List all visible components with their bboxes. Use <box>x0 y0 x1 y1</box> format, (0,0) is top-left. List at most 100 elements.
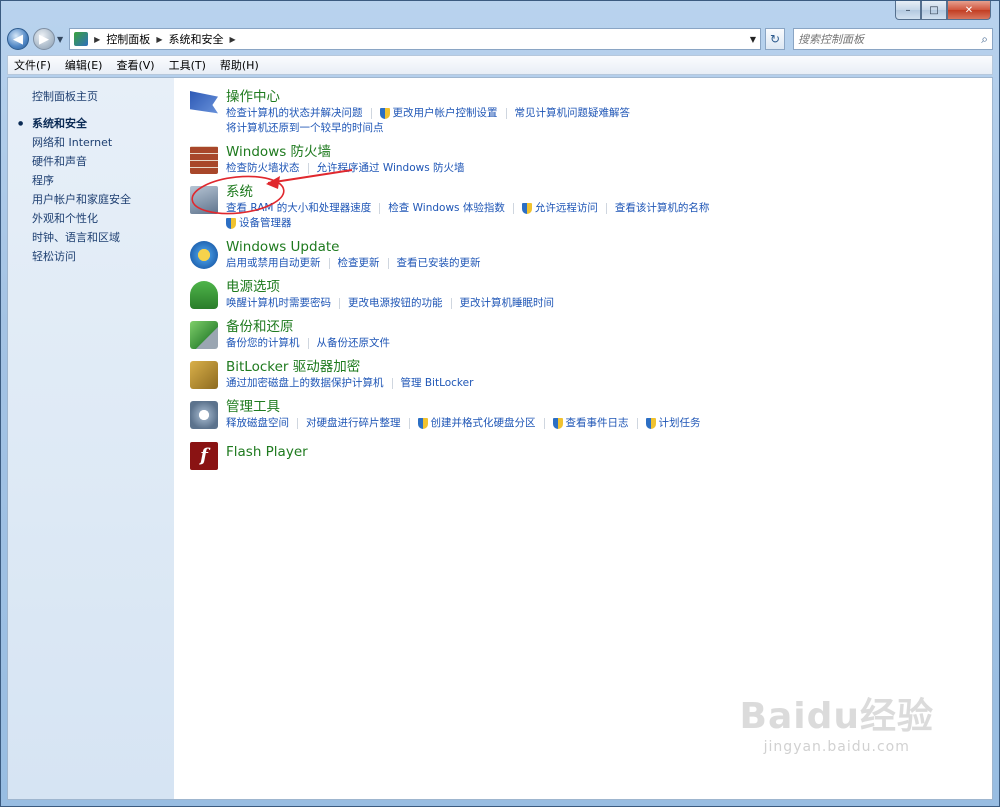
task-link[interactable]: 查看事件日志 <box>566 416 629 431</box>
task-link[interactable]: 启用或禁用自动更新 <box>226 256 321 271</box>
link-divider <box>387 258 389 269</box>
back-button[interactable]: ◀ <box>7 28 29 50</box>
sidebar-item-network-internet[interactable]: 网络和 Internet <box>32 133 131 152</box>
task-link[interactable]: 从备份还原文件 <box>317 336 391 351</box>
task-link[interactable]: 创建并格式化硬盘分区 <box>431 416 536 431</box>
task-link[interactable]: 允许程序通过 Windows 防火墙 <box>317 161 465 176</box>
refresh-icon: ↻ <box>769 32 781 46</box>
task-link[interactable]: 更改计算机睡眠时间 <box>460 296 555 311</box>
task-link[interactable]: 检查计算机的状态并解决问题 <box>226 106 363 121</box>
category-title[interactable]: Windows Update <box>226 238 982 256</box>
task-link[interactable]: 更改电源按钮的功能 <box>348 296 443 311</box>
task-link[interactable]: 查看 RAM 的大小和处理器速度 <box>226 201 371 216</box>
navigation-bar: ◀ ▶ ▼ ▶ 控制面板 ▶ 系统和安全 ▶ ▼ ↻ ⌕ <box>7 25 993 53</box>
category-title[interactable]: 电源选项 <box>226 278 982 296</box>
bitlocker-icon[interactable] <box>190 361 218 389</box>
sidebar-item-user-accounts[interactable]: 用户帐户和家庭安全 <box>32 190 131 209</box>
task-link[interactable]: 通过加密磁盘上的数据保护计算机 <box>226 376 384 391</box>
task-link[interactable]: 计划任务 <box>659 416 701 431</box>
task-link[interactable]: 查看该计算机的名称 <box>615 201 710 216</box>
task-link[interactable]: 检查防火墙状态 <box>226 161 300 176</box>
category-admin-tools: 管理工具 释放磁盘空间 对硬盘进行碎片整理 创建并格式化硬盘分区 查看事件日志 计划任务 <box>190 398 982 431</box>
menu-view[interactable]: 查看(V) <box>116 57 154 73</box>
sidebar-list: 系统和安全 网络和 Internet 硬件和声音 程序 用户帐户和家庭安全 外观… <box>18 114 131 266</box>
sidebar-item-programs[interactable]: 程序 <box>32 171 131 190</box>
backup-restore-icon[interactable] <box>190 321 218 349</box>
breadcrumb-system-security[interactable]: 系统和安全 <box>168 31 223 47</box>
category-title[interactable]: 操作中心 <box>226 88 982 106</box>
back-arrow-icon: ◀ <box>13 31 23 47</box>
category-title[interactable]: 系统 <box>226 183 982 201</box>
refresh-button[interactable]: ↻ <box>765 28 785 50</box>
maximize-button[interactable]: □ <box>921 1 947 20</box>
client-area: 控制面板主页 系统和安全 网络和 Internet 硬件和声音 程序 用户帐户和… <box>7 77 993 800</box>
task-link[interactable]: 更改用户帐户控制设置 <box>393 106 498 121</box>
firewall-icon[interactable] <box>190 146 218 174</box>
close-button[interactable]: ✕ <box>947 1 991 20</box>
power-options-icon[interactable] <box>190 281 218 309</box>
category-title[interactable]: Windows 防火墙 <box>226 143 982 161</box>
task-link[interactable]: 检查 Windows 体验指数 <box>388 201 505 216</box>
recent-pages-dropdown-icon[interactable]: ▼ <box>57 35 63 44</box>
task-link[interactable]: 查看已安装的更新 <box>397 256 481 271</box>
link-divider <box>391 378 393 389</box>
address-history-dropdown-icon[interactable]: ▼ <box>750 35 756 44</box>
sidebar-item-clock-language[interactable]: 时钟、语言和区域 <box>32 228 131 247</box>
sidebar-item-ease-of-access[interactable]: 轻松访问 <box>32 247 131 266</box>
uac-shield-icon <box>645 418 656 429</box>
window-frame: – □ ✕ ◀ ▶ ▼ ▶ 控制面板 ▶ 系统和安全 ▶ ▼ ↻ ⌕ 文件(F)… <box>0 0 1000 807</box>
control-panel-home-link[interactable]: 控制面板主页 <box>32 88 98 104</box>
task-link[interactable]: 管理 BitLocker <box>401 376 474 391</box>
breadcrumb-separator-icon[interactable]: ▶ <box>156 35 162 44</box>
link-divider <box>297 418 298 429</box>
windows-update-icon[interactable] <box>190 241 218 269</box>
menu-tools[interactable]: 工具(T) <box>169 57 206 73</box>
category-title[interactable]: BitLocker 驱动器加密 <box>226 358 982 376</box>
task-link-row: 释放磁盘空间 对硬盘进行碎片整理 创建并格式化硬盘分区 查看事件日志 计划任务 <box>226 416 982 431</box>
sidebar-item-hardware-sound[interactable]: 硬件和声音 <box>32 152 131 171</box>
link-divider <box>636 418 638 429</box>
task-link[interactable]: 备份您的计算机 <box>226 336 300 351</box>
task-link-row: 检查防火墙状态 允许程序通过 Windows 防火墙 <box>226 161 982 176</box>
task-link[interactable]: 释放磁盘空间 <box>226 416 289 431</box>
task-link[interactable]: 对硬盘进行碎片整理 <box>306 416 401 431</box>
uac-shield-icon <box>521 203 532 214</box>
category-title[interactable]: 管理工具 <box>226 398 982 416</box>
category-title[interactable]: Flash Player <box>226 439 982 465</box>
control-panel-icon <box>74 32 89 46</box>
breadcrumb-control-panel[interactable]: 控制面板 <box>106 31 150 47</box>
task-link[interactable]: 允许远程访问 <box>535 201 598 216</box>
sidebar-item-appearance[interactable]: 外观和个性化 <box>32 209 131 228</box>
task-link[interactable]: 常见计算机问题疑难解答 <box>515 106 631 121</box>
menu-help[interactable]: 帮助(H) <box>220 57 259 73</box>
search-icon[interactable]: ⌕ <box>981 32 988 47</box>
search-input[interactable] <box>798 32 982 46</box>
breadcrumb-separator-icon[interactable]: ▶ <box>94 35 100 44</box>
task-link[interactable]: 将计算机还原到一个较早的时间点 <box>226 121 384 136</box>
category-action-center-flag: 操作中心 检查计算机的状态并解决问题 更改用户帐户控制设置 常见计算机问题疑难解答将计… <box>190 88 982 136</box>
task-link-row: 查看 RAM 的大小和处理器速度 检查 Windows 体验指数 允许远程访问 查看该… <box>226 201 982 216</box>
address-bar[interactable]: ▶ 控制面板 ▶ 系统和安全 ▶ ▼ <box>69 28 761 50</box>
category-list: 操作中心 检查计算机的状态并解决问题 更改用户帐户控制设置 常见计算机问题疑难解答将计… <box>190 88 982 472</box>
breadcrumb-separator-icon[interactable]: ▶ <box>229 35 235 44</box>
task-link[interactable]: 设备管理器 <box>239 216 292 231</box>
action-center-flag-icon[interactable] <box>190 91 218 114</box>
link-divider <box>408 418 410 429</box>
minimize-button[interactable]: – <box>895 1 921 20</box>
forward-button[interactable]: ▶ <box>33 28 55 50</box>
task-link-row: 唤醒计算机时需要密码 更改电源按钮的功能 更改计算机睡眠时间 <box>226 296 982 311</box>
task-link-row: 将计算机还原到一个较早的时间点 <box>226 121 982 136</box>
uac-shield-icon <box>379 108 390 119</box>
task-link[interactable]: 检查更新 <box>338 256 380 271</box>
menu-edit[interactable]: 编辑(E) <box>65 57 103 73</box>
menu-file[interactable]: 文件(F) <box>14 57 51 73</box>
task-link[interactable]: 唤醒计算机时需要密码 <box>226 296 331 311</box>
flash-player-icon[interactable]: f <box>190 442 218 470</box>
category-title[interactable]: 备份和还原 <box>226 318 982 336</box>
system-icon[interactable] <box>190 186 218 214</box>
category-backup-restore: 备份和还原 备份您的计算机 从备份还原文件 <box>190 318 982 351</box>
search-box[interactable]: ⌕ <box>793 28 993 50</box>
admin-tools-icon[interactable] <box>190 401 218 429</box>
sidebar-item-system-security[interactable]: 系统和安全 <box>18 114 131 133</box>
link-divider <box>307 338 309 349</box>
